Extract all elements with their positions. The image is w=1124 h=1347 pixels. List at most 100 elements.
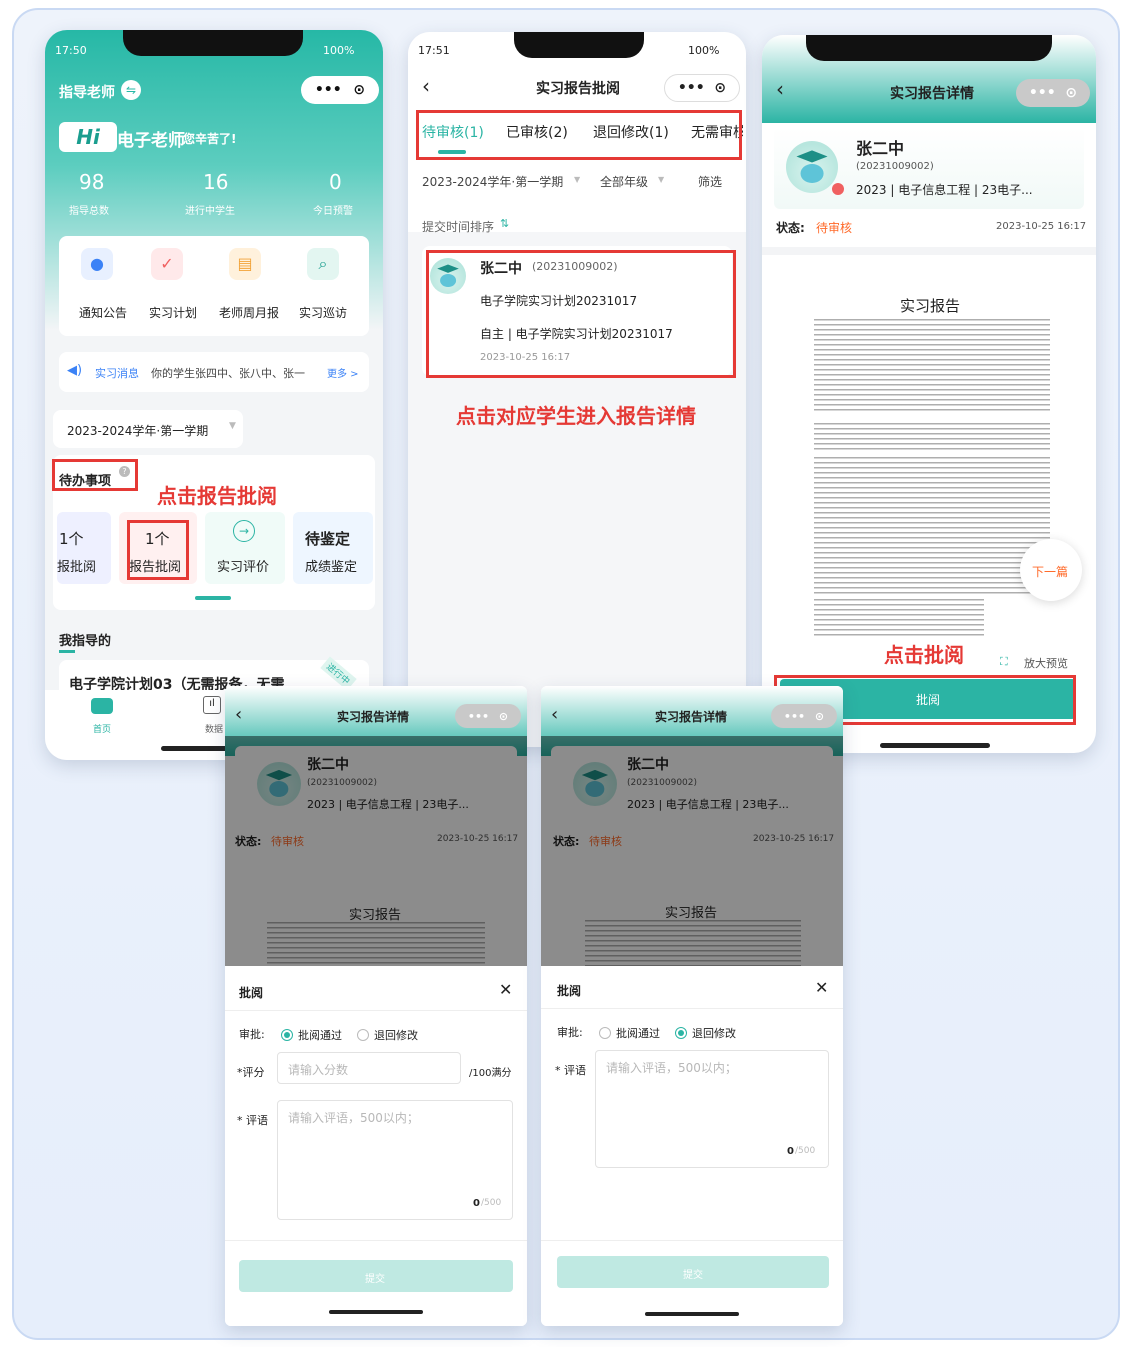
more-icon[interactable]: ••• [468, 710, 489, 723]
radio-pass-dot[interactable] [599, 1027, 611, 1039]
zoom-preview-link[interactable]: 放大预览 [1024, 655, 1068, 671]
more-icon[interactable]: ••• [678, 80, 705, 96]
capsule-menu[interactable]: ••• ⊙ [1016, 79, 1090, 107]
score-input[interactable]: 请输入分数 [277, 1052, 461, 1084]
modal-overlay[interactable] [225, 736, 527, 966]
stat-value: 98 [79, 170, 105, 194]
close-icon[interactable]: ✕ [815, 978, 828, 997]
hi-badge: Hi [59, 122, 117, 152]
inspect-icon[interactable]: ⌕ [307, 248, 339, 280]
radio-return[interactable]: 退回修改 [357, 1027, 418, 1043]
radio-pass[interactable]: 批阅通过 [599, 1025, 660, 1041]
student-id: (20231009002) [856, 161, 934, 172]
capsule-menu[interactable]: ••• ⊙ [455, 704, 521, 728]
back-icon[interactable]: ‹ [235, 704, 242, 725]
capsule-menu[interactable]: ••• ⊙ [664, 74, 740, 102]
divider [225, 1240, 527, 1241]
chevron-down-icon: ▼ [574, 175, 581, 184]
status-battery: 100% [323, 44, 355, 57]
home-icon[interactable] [91, 698, 113, 714]
term-select[interactable]: 2023-2024学年·第一学期 ▼ [53, 410, 243, 448]
chart-icon[interactable]: ıl [203, 696, 221, 714]
tab-data[interactable]: 数据 [205, 722, 223, 735]
phone-review-sheet-pass: ‹ 实习报告详情 ••• ⊙ 张二中 (20231009002) 2023 | 电… [225, 686, 527, 1326]
pager-indicator [195, 596, 231, 600]
notch [123, 30, 303, 56]
filter-term[interactable]: 2023-2024学年·第一学期 [422, 173, 563, 190]
news-bar[interactable]: ◀) 实习消息 你的学生张四中、张八中、张一 更多 > [59, 352, 369, 392]
avatar [786, 141, 838, 193]
menu-item-visit[interactable]: 实习巡访 [299, 304, 347, 321]
notch [514, 32, 644, 58]
expand-icon[interactable]: ⛶ [1000, 655, 1008, 669]
more-icon[interactable]: ••• [315, 82, 342, 98]
menu-item-notice[interactable]: 通知公告 [79, 304, 127, 321]
divider [225, 1010, 527, 1011]
capsule-menu[interactable]: ••• ⊙ [301, 76, 379, 104]
news-more-link[interactable]: 更多 > [327, 365, 359, 380]
filter-grade[interactable]: 全部年级 [600, 173, 648, 190]
home-indicator [645, 1312, 739, 1316]
news-tag: 实习消息 [95, 367, 139, 380]
bell-icon[interactable]: ● [81, 248, 113, 280]
sort-label[interactable]: 提交时间排序 [422, 218, 494, 235]
tab-home[interactable]: 首页 [93, 722, 111, 735]
back-icon[interactable]: ‹ [776, 77, 784, 101]
phone-home: 17:50 100% 指导老师 ⇋ ••• ⊙ Hi 电子老师 您辛苦了! 98 … [45, 30, 383, 760]
close-target-icon[interactable]: ⊙ [353, 82, 365, 98]
radio-return-label: 退回修改 [374, 1029, 418, 1042]
score-suffix: /100满分 [469, 1068, 512, 1079]
more-icon[interactable]: ••• [1029, 85, 1056, 101]
close-target-icon[interactable]: ⊙ [499, 710, 508, 723]
modal-overlay[interactable] [541, 736, 843, 966]
student-name: 张二中 [856, 139, 905, 158]
radio-return[interactable]: 退回修改 [675, 1025, 736, 1041]
home-indicator [880, 743, 990, 748]
back-icon[interactable]: ‹ [551, 704, 558, 725]
student-card: 张二中 (20231009002) 2023 | 电子信息工程 | 23电子..… [774, 127, 1084, 209]
submit-button[interactable]: 提交 [239, 1260, 513, 1292]
more-icon[interactable]: ••• [784, 710, 805, 723]
gender-icon [832, 183, 844, 195]
review-sheet: 批阅 ✕ 审批: 批阅通过 退回修改 * 评语 请输入评语，500以内； 0 /… [541, 966, 843, 1326]
close-icon[interactable]: ✕ [499, 980, 512, 999]
menu-item-report[interactable]: 老师周月报 [219, 304, 279, 321]
todo-count: 1个 [59, 530, 84, 548]
plan-icon[interactable]: ✓ [151, 248, 183, 280]
review-sheet: 批阅 ✕ 审批: 批阅通过 退回修改 *评分 请输入分数 /100满分 * 评语… [225, 966, 527, 1326]
back-icon[interactable]: ‹ [422, 74, 430, 98]
stat-value: 0 [329, 170, 342, 194]
todo-item[interactable]: → 实习评价 [205, 512, 285, 584]
speaker-icon: ◀) [67, 363, 83, 378]
greeting-sub: 您辛苦了! [183, 132, 237, 146]
phone-report-detail: ‹ 实习报告详情 ••• ⊙ 张二中 (20231009002) 2023 | 电… [762, 35, 1096, 753]
capsule-menu[interactable]: ••• ⊙ [771, 704, 837, 728]
calendar-icon[interactable]: ▤ [229, 248, 261, 280]
close-target-icon[interactable]: ⊙ [1065, 85, 1077, 101]
todo-item[interactable]: 待鉴定 成绩鉴定 [293, 512, 373, 584]
filter-button[interactable]: 筛选 [698, 173, 722, 190]
close-target-icon[interactable]: ⊙ [815, 710, 824, 723]
score-label: *评分 [237, 1066, 265, 1079]
char-count: 0 [473, 1198, 480, 1209]
status-time: 2023-10-25 16:17 [996, 221, 1087, 232]
submit-button[interactable]: 提交 [557, 1256, 829, 1288]
close-target-icon[interactable]: ⊙ [714, 80, 726, 96]
todo-item[interactable]: 1个 报批阅 [57, 512, 111, 584]
radio-pass-dot[interactable] [281, 1029, 293, 1041]
arrow-right-icon: → [233, 520, 255, 542]
radio-return-dot[interactable] [357, 1029, 369, 1041]
radio-pass-label: 批阅通过 [298, 1029, 342, 1042]
switch-icon[interactable]: ⇋ [121, 80, 141, 100]
doc-title: 实习报告 [900, 297, 961, 315]
menu-card: ● ✓ ▤ ⌕ 通知公告 实习计划 老师周月报 实习巡访 [59, 236, 369, 336]
status-time: 17:50 [55, 44, 87, 57]
phone-review-list: 17:51 100% ‹ 实习报告批阅 ••• ⊙ 待审核(1) 已审核(2) 退… [408, 32, 746, 747]
radio-return-dot[interactable] [675, 1027, 687, 1039]
next-button[interactable]: 下一篇 [1020, 539, 1082, 601]
role-label: 指导老师 [59, 85, 115, 101]
page-title: 实习报告详情 [890, 86, 974, 102]
radio-pass[interactable]: 批阅通过 [281, 1027, 342, 1043]
menu-item-plan[interactable]: 实习计划 [149, 304, 197, 321]
sort-icon[interactable]: ⇅ [500, 217, 509, 230]
